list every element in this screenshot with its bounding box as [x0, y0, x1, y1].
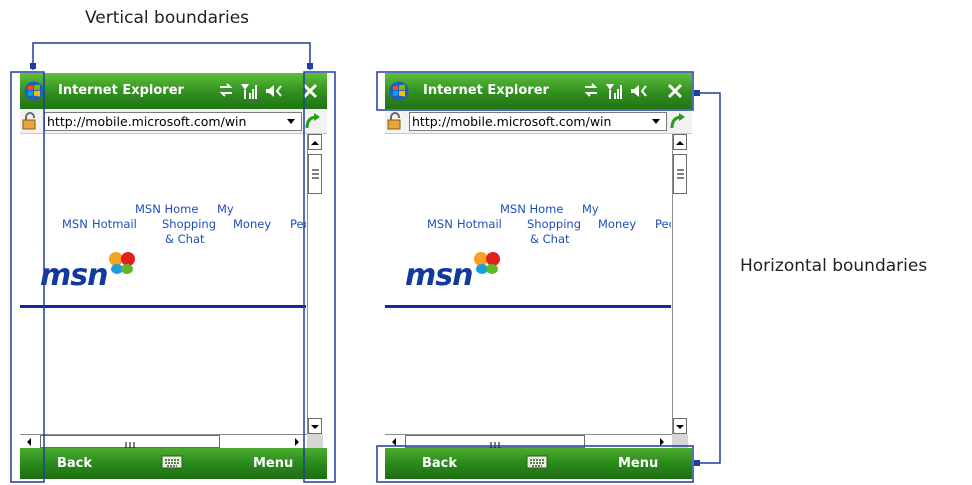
vertical-scrollbar[interactable] — [307, 134, 323, 434]
lock-icon — [387, 112, 401, 130]
scroll-left-arrow-icon[interactable] — [22, 436, 36, 448]
url-input[interactable]: http://mobile.microsoft.com/win — [44, 112, 302, 131]
scroll-left-arrow-icon[interactable] — [387, 436, 401, 448]
horizontal-scrollbar[interactable] — [385, 434, 672, 449]
horizontal-bracket — [697, 92, 721, 464]
nav-link-money[interactable]: Money — [598, 217, 636, 231]
content-divider — [20, 305, 306, 308]
go-arrow-icon[interactable] — [303, 112, 323, 130]
vertical-bracket-end-right — [307, 63, 313, 69]
scroll-down-arrow-icon[interactable] — [308, 418, 322, 434]
content-divider — [385, 305, 671, 308]
vertical-scroll-thumb[interactable] — [308, 154, 322, 194]
nav-link-peo[interactable]: Pec — [655, 217, 671, 231]
dropdown-arrow-icon[interactable] — [284, 113, 298, 128]
web-content: MSN Home My MSN Hotmail Shopping Money P… — [385, 134, 671, 434]
go-arrow-icon[interactable] — [668, 112, 688, 130]
scroll-right-arrow-icon[interactable] — [290, 436, 304, 448]
left-phone-screen: Internet Explorer http://mobile.microsof… — [20, 73, 327, 479]
app-title: Internet Explorer — [423, 83, 549, 98]
horizontal-scroll-thumb[interactable] — [405, 435, 585, 449]
scrollbar-corner — [672, 434, 688, 448]
menu-bar: Back Menu — [385, 448, 692, 479]
nav-link-msn-home[interactable]: MSN Home — [500, 202, 563, 216]
nav-link-money[interactable]: Money — [233, 217, 271, 231]
signal-icon[interactable] — [240, 82, 258, 100]
vertical-scrollbar[interactable] — [672, 134, 688, 434]
lock-icon — [22, 112, 36, 130]
windows-start-icon[interactable] — [389, 81, 409, 101]
vertical-bracket — [32, 42, 311, 70]
sync-icon[interactable] — [218, 82, 234, 98]
scroll-right-arrow-icon[interactable] — [655, 436, 669, 448]
signal-icon[interactable] — [605, 82, 623, 100]
nav-link-my[interactable]: My — [217, 202, 234, 216]
sync-icon[interactable] — [583, 82, 599, 98]
vertical-bracket-end-left — [30, 63, 36, 69]
msn-logo-text: msn — [40, 258, 108, 293]
horizontal-scrollbar[interactable] — [20, 434, 307, 449]
title-bar: Internet Explorer — [385, 73, 692, 109]
nav-link-shopping[interactable]: Shopping — [527, 217, 581, 231]
horizontal-scroll-thumb[interactable] — [40, 435, 220, 449]
nav-link-hotmail[interactable]: Hotmail — [92, 217, 137, 231]
close-icon[interactable] — [302, 83, 318, 99]
scrollbar-corner — [307, 434, 323, 448]
right-phone-screen: Internet Explorer http://mobile.microsof… — [385, 73, 692, 479]
vertical-scroll-thumb[interactable] — [673, 154, 687, 194]
nav-link-hotmail[interactable]: Hotmail — [457, 217, 502, 231]
back-softkey[interactable]: Back — [57, 456, 92, 471]
horizontal-bracket-end-bottom — [694, 460, 700, 466]
nav-link-msn-home[interactable]: MSN Home — [135, 202, 198, 216]
app-title: Internet Explorer — [58, 83, 184, 98]
msn-logo-text: msn — [405, 258, 473, 293]
scroll-up-arrow-icon[interactable] — [308, 134, 322, 150]
title-bar: Internet Explorer — [20, 73, 327, 109]
volume-icon[interactable] — [265, 82, 285, 100]
horizontal-bracket-end-top — [694, 90, 700, 96]
keyboard-icon[interactable] — [161, 454, 183, 470]
nav-link-my[interactable]: My — [582, 202, 599, 216]
url-input[interactable]: http://mobile.microsoft.com/win — [409, 112, 667, 131]
nav-link-shopping[interactable]: Shopping — [162, 217, 216, 231]
back-softkey[interactable]: Back — [422, 456, 457, 471]
nav-link-chat[interactable]: & Chat — [165, 232, 205, 246]
scroll-down-arrow-icon[interactable] — [673, 418, 687, 434]
menu-bar: Back Menu — [20, 448, 327, 479]
menu-softkey[interactable]: Menu — [253, 456, 293, 471]
web-content: MSN Home My MSN Hotmail Shopping Money P… — [20, 134, 306, 434]
keyboard-icon[interactable] — [526, 454, 548, 470]
scroll-up-arrow-icon[interactable] — [673, 134, 687, 150]
butterfly-icon — [109, 252, 135, 274]
nav-link-msn[interactable]: MSN — [62, 217, 88, 231]
close-icon[interactable] — [667, 83, 683, 99]
nav-link-msn[interactable]: MSN — [427, 217, 453, 231]
nav-link-peo[interactable]: Peo — [290, 217, 306, 231]
address-bar: http://mobile.microsoft.com/win — [385, 109, 692, 134]
dropdown-arrow-icon[interactable] — [649, 113, 663, 128]
vertical-boundaries-label: Vertical boundaries — [85, 8, 250, 28]
nav-link-chat[interactable]: & Chat — [530, 232, 570, 246]
address-bar: http://mobile.microsoft.com/win — [20, 109, 327, 134]
butterfly-icon — [474, 252, 500, 274]
horizontal-boundaries-label: Horizontal boundaries — [740, 256, 928, 276]
menu-softkey[interactable]: Menu — [618, 456, 658, 471]
volume-icon[interactable] — [630, 82, 650, 100]
windows-start-icon[interactable] — [24, 81, 44, 101]
